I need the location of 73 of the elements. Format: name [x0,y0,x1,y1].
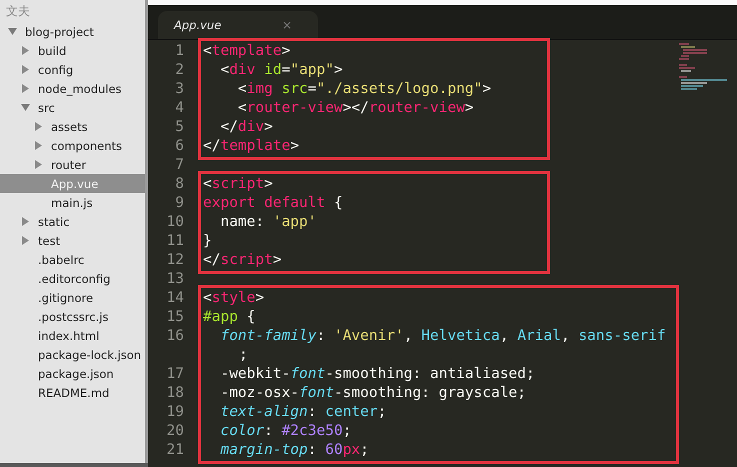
triangle-right-icon[interactable] [21,217,30,226]
minimap-drawing[interactable] [677,42,729,92]
line-number: 17 [166,365,185,384]
tree-item[interactable]: .gitignore [0,288,148,307]
code-line: </div> [219,118,273,137]
code-line: margin-top: 60px; [219,441,369,460]
tree-item[interactable]: main.js [0,193,148,212]
code-line: ; [238,346,248,365]
triangle-right-icon[interactable] [34,122,43,131]
tree-item[interactable]: assets [0,117,148,136]
code-line: color: #2c3e50; [219,422,352,441]
code-line: #app { [202,308,256,327]
line-number: 7 [174,156,185,175]
tree-item[interactable]: package.json [0,364,148,383]
tree-item[interactable]: test [0,231,148,250]
line-number: 3 [174,80,185,99]
tree-item[interactable]: .postcssrc.js [0,307,148,326]
triangle-right-icon[interactable] [34,160,43,169]
tree-item[interactable]: router [0,155,148,174]
line-number: 1 [174,42,185,61]
line-number: 8 [174,175,185,194]
line-number: 18 [166,384,185,403]
tree-item[interactable]: README.md [0,383,148,402]
line-number: 6 [174,137,185,156]
triangle-right-icon[interactable] [21,84,30,93]
tree-item[interactable]: src [0,98,148,117]
code-line: -moz-osx-font-smoothing: grayscale; [219,384,526,403]
code-line: } [202,232,212,251]
line-number: 11 [166,232,185,251]
code-line: name: 'app' [219,213,316,232]
triangle-down-icon[interactable] [8,27,17,36]
code-line: <template> [202,42,290,61]
code-line: </template> [202,137,300,156]
triangle-down-icon[interactable] [21,103,30,112]
code-line: <router-view></router-view> [236,99,474,118]
tree-item[interactable]: package-lock.json [0,345,148,364]
line-number: 2 [174,61,185,80]
tree-item[interactable]: blog-project [0,22,148,41]
line-number: 16 [166,327,185,346]
code-line: <style> [202,289,264,308]
code-line: -webkit-font-smoothing: antialiased; [219,365,535,384]
line-number: 20 [166,422,185,441]
code-line: <div id="app"> [219,61,343,80]
tree-item[interactable]: .babelrc [0,250,148,269]
code-line: </script> [202,251,282,270]
triangle-right-icon[interactable] [21,236,30,245]
tree-item[interactable]: build [0,41,148,60]
code-line: font-family: 'Avenir', Helvetica, Arial, sans-serif [219,327,666,346]
tree-item[interactable]: components [0,136,148,155]
line-number: 9 [174,194,185,213]
tree-item[interactable]: config [0,60,148,79]
triangle-right-icon[interactable] [21,65,30,74]
code-line: <img src="./assets/logo.png"> [236,80,492,99]
editor-tab[interactable]: App.vue × [158,11,318,39]
line-number: 21 [166,441,185,460]
line-number: 4 [174,99,185,118]
code-line: export default { [202,194,343,213]
code-line: text-align: center; [219,403,386,422]
line-number: 5 [174,118,185,137]
line-number: 13 [166,270,185,289]
tree-item[interactable]: .editorconfig [0,269,148,288]
tree-item[interactable]: static [0,212,148,231]
line-number: 12 [166,251,185,270]
line-number: 19 [166,403,185,422]
tree-item[interactable]: node_modules [0,79,148,98]
line-number: 14 [166,289,185,308]
line-number: 15 [166,308,185,327]
triangle-right-icon[interactable] [21,46,30,55]
tree-item[interactable]: index.html [0,326,148,345]
code-line: <script> [202,175,273,194]
sidebar-header: 文夫 [5,3,31,20]
line-number: 10 [166,213,185,232]
triangle-right-icon[interactable] [34,141,43,150]
